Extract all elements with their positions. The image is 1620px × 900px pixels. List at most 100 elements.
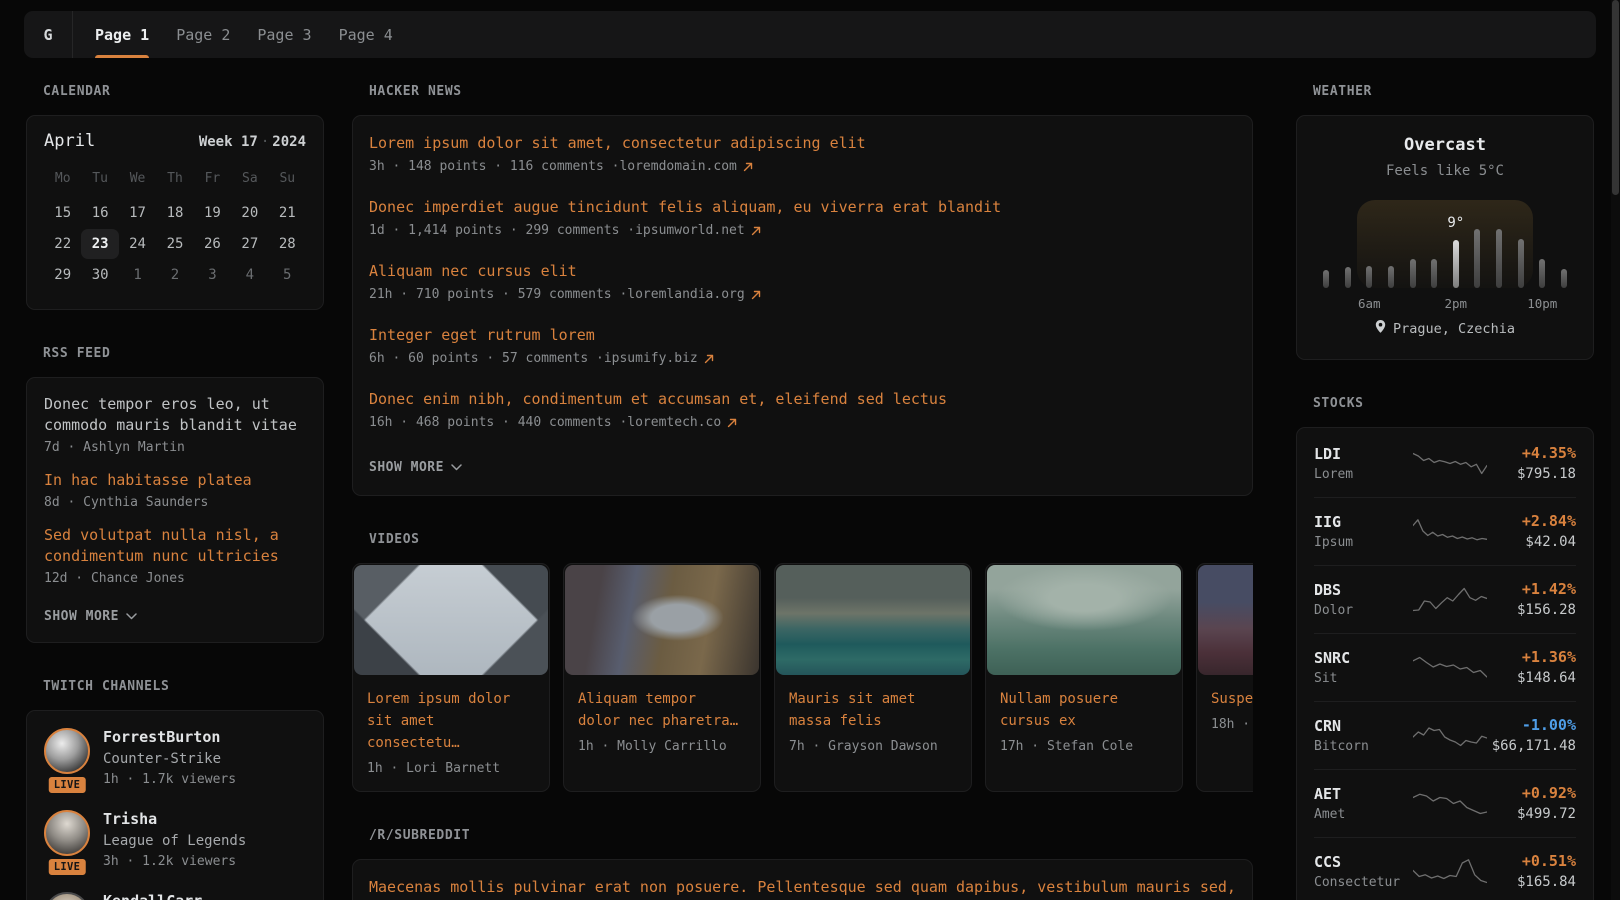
stock-ticker: CRN [1314, 717, 1412, 735]
stock-sparkline [1412, 517, 1488, 545]
tab-page-2[interactable]: Page 2 [176, 11, 230, 58]
hackernews-item-title[interactable]: Aliquam nec cursus elit [369, 260, 1236, 282]
hackernews-item-stats: 1d · 1,414 points · 299 comments · [369, 223, 635, 238]
hackernews-show-more-button[interactable]: SHOW MORE [369, 460, 462, 475]
stock-price: $42.04 [1525, 534, 1576, 550]
weather-time-label: 10pm [1527, 296, 1557, 311]
weather-bar [1496, 229, 1502, 288]
stock-values: +1.42%$156.28 [1488, 580, 1576, 618]
rss-item-title[interactable]: Sed volutpat nulla nisl, a condimentum n… [44, 525, 306, 567]
tab-page-3[interactable]: Page 3 [257, 11, 311, 58]
app-logo[interactable]: G [24, 11, 73, 58]
video-meta: 1h · Lori Barnett [367, 761, 535, 776]
rss-item-title[interactable]: Donec tempor eros leo, ut commodo mauris… [44, 394, 306, 436]
stock-ticker: LDI [1314, 445, 1412, 463]
rss-item: Sed volutpat nulla nisl, a condimentum n… [44, 525, 306, 586]
rss-widget: RSS FEED Donec tempor eros leo, ut commo… [26, 346, 324, 643]
weather-bar-slot [1410, 200, 1416, 288]
hackernews-item-title[interactable]: Integer eget rutrum lorem [369, 324, 1236, 346]
hackernews-widget: HACKER NEWS Lorem ipsum dolor sit amet, … [352, 84, 1253, 496]
twitch-avatar-wrap: LIVE [44, 810, 90, 869]
calendar-day: 18 [156, 198, 193, 228]
calendar-day-header: Su [269, 171, 306, 186]
section-title-hackernews: HACKER NEWS [369, 84, 1253, 99]
calendar-day-header: Th [156, 171, 193, 186]
stock-name: Amet [1314, 807, 1412, 822]
video-title[interactable]: Nullam posuere cursus ex [1000, 688, 1168, 732]
calendar-day: 24 [119, 229, 156, 259]
video-card[interactable]: Nullam posuere cursus ex17h · Stefan Col… [985, 563, 1183, 792]
stock-values: +1.36%$148.64 [1488, 648, 1576, 686]
stock-id: AETAmet [1314, 785, 1412, 822]
calendar-day-header: Mo [44, 171, 81, 186]
live-badge: LIVE [47, 775, 88, 795]
stocks-card: LDILorem+4.35%$795.18IIGIpsum+2.84%$42.0… [1296, 427, 1594, 900]
video-title[interactable]: Mauris sit amet massa felis [789, 688, 957, 732]
calendar-week-year: Week 17·2024 [199, 134, 306, 150]
hackernews-item-domain-link[interactable]: ipsumworld.net [635, 223, 745, 238]
weather-bar-slot [1518, 200, 1524, 288]
twitch-channel-info: ForrestBurtonCounter-Strike1h · 1.7k vie… [103, 728, 236, 787]
twitch-channel-row[interactable]: KendallCarr [44, 892, 306, 900]
video-card-body: Suspendisse diam18h · Tara [1197, 676, 1253, 747]
weather-bar [1539, 259, 1545, 288]
hackernews-item-title[interactable]: Lorem ipsum dolor sit amet, consectetur … [369, 132, 1236, 154]
weather-bar [1561, 269, 1567, 288]
twitch-channel-row[interactable]: LIVEForrestBurtonCounter-Strike1h · 1.7k… [44, 728, 306, 787]
calendar-day: 21 [269, 198, 306, 228]
twitch-channel-meta: 1h · 1.7k viewers [103, 772, 236, 787]
stock-change: +1.36% [1522, 648, 1576, 666]
video-card[interactable]: Suspendisse diam18h · Tara [1196, 563, 1253, 792]
stock-row: LDILorem +4.35%$795.18 [1314, 430, 1576, 497]
video-card[interactable]: Aliquam tempor dolor nec pharetra…1h · M… [563, 563, 761, 792]
weather-bar [1453, 240, 1459, 288]
weather-bar-slot [1323, 200, 1329, 288]
stock-values: +4.35%$795.18 [1488, 444, 1576, 482]
twitch-channel-name: Trisha [103, 810, 246, 828]
video-card[interactable]: Mauris sit amet massa felis7h · Grayson … [774, 563, 972, 792]
tab-page-1[interactable]: Page 1 [95, 11, 149, 58]
calendar-month: April [44, 131, 95, 151]
video-title[interactable]: Aliquam tempor dolor nec pharetra… [578, 688, 746, 732]
video-thumbnail [1198, 565, 1253, 675]
video-title[interactable]: Suspendisse diam [1211, 688, 1253, 710]
calendar-day: 30 [81, 260, 118, 290]
weather-bar-slot [1345, 200, 1351, 288]
hackernews-item-domain-link[interactable]: loremtech.co [627, 415, 721, 430]
calendar-day: 2 [156, 260, 193, 290]
calendar-days-grid: 1516171819202122232425262728293012345 [44, 198, 306, 290]
stock-row: CCSConsectetur+0.51%$165.84 [1314, 837, 1576, 900]
video-card[interactable]: Lorem ipsum dolor sit amet consectetu… 1h… [352, 563, 550, 792]
section-title-rss: RSS FEED [43, 346, 324, 361]
right-column: WEATHER Overcast Feels like 5°C 6am9°2pm… [1296, 84, 1594, 900]
videos-widget: VIDEOS Lorem ipsum dolor sit amet consec… [352, 532, 1253, 792]
chevron-down-icon [451, 460, 462, 475]
left-column: CALENDAR April Week 17·2024 MoTuWeThFrSa… [26, 84, 324, 900]
calendar-day: 27 [231, 229, 268, 259]
scrollbar-thumb[interactable] [1612, 0, 1619, 195]
video-card-body: Nullam posuere cursus ex17h · Stefan Col… [986, 676, 1182, 769]
stock-price: $795.18 [1517, 466, 1576, 482]
tab-page-4[interactable]: Page 4 [339, 11, 393, 58]
hackernews-item: Donec enim nibh, condimentum et accumsan… [369, 388, 1236, 430]
weather-bar-slot [1561, 200, 1567, 288]
stock-price: $165.84 [1517, 874, 1576, 890]
stock-row: AETAmet+0.92%$499.72 [1314, 769, 1576, 837]
twitch-channel-game: League of Legends [103, 833, 246, 849]
video-thumbnail [354, 565, 548, 675]
hackernews-item-domain-link[interactable]: loremdomain.com [619, 159, 736, 174]
stock-price: $499.72 [1517, 806, 1576, 822]
hackernews-item-title[interactable]: Donec imperdiet augue tincidunt felis al… [369, 196, 1236, 218]
hackernews-item-domain-link[interactable]: ipsumify.biz [604, 351, 698, 366]
stock-id: LDILorem [1314, 445, 1412, 482]
video-title[interactable]: Lorem ipsum dolor sit amet consectetu… [367, 688, 535, 754]
calendar-day: 19 [194, 198, 231, 228]
hackernews-item-domain-link[interactable]: loremlandia.org [627, 287, 744, 302]
hackernews-item-stats: 6h · 60 points · 57 comments · [369, 351, 604, 366]
reddit-post-title[interactable]: Maecenas mollis pulvinar erat non posuer… [369, 876, 1236, 900]
scrollbar-track [1611, 0, 1620, 900]
twitch-channel-row[interactable]: LIVETrishaLeague of Legends3h · 1.2k vie… [44, 810, 306, 869]
rss-item-title[interactable]: In hac habitasse platea [44, 470, 306, 491]
hackernews-item-title[interactable]: Donec enim nibh, condimentum et accumsan… [369, 388, 1236, 410]
rss-show-more-button[interactable]: SHOW MORE [44, 609, 137, 624]
